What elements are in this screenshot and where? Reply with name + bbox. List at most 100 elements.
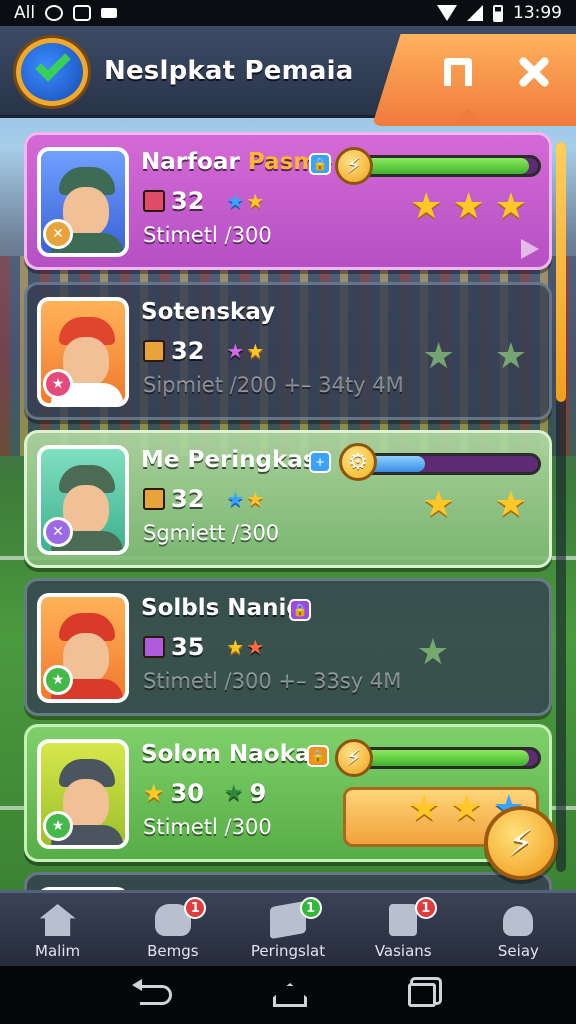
rank-medal-icon: ✕ bbox=[43, 517, 73, 547]
star-rating: ★ ★ bbox=[422, 339, 527, 375]
player-name: Sotenskay bbox=[141, 299, 276, 325]
nav-label: Malim bbox=[35, 942, 81, 960]
player-list[interactable]: ✕ Narfoar Pasme 🔒 ⚡ 32 ★ ★ Stimetl /300 ★… bbox=[24, 132, 552, 892]
nav-label: Peringslat bbox=[250, 942, 326, 960]
battery-icon bbox=[493, 4, 503, 22]
lock-icon: 🔒 bbox=[289, 599, 311, 621]
carrier-text: All bbox=[14, 3, 36, 23]
energy-coin-icon: ⚡ bbox=[335, 739, 373, 777]
player-subtitle: Sgmiett /300 bbox=[143, 521, 280, 545]
player-avatar: ★ bbox=[37, 593, 129, 703]
player-card[interactable]: ★ Solbls Nanie 🔒 35 ★ ★ Stimetl /300 +– 3… bbox=[24, 578, 552, 716]
nav-label: Vasians bbox=[374, 942, 432, 960]
lightning-icon: ⚡ bbox=[508, 822, 534, 864]
system-recents-icon[interactable] bbox=[407, 983, 436, 1007]
back-button[interactable] bbox=[434, 48, 482, 96]
user-icon bbox=[503, 906, 534, 936]
system-back-icon[interactable] bbox=[132, 979, 173, 1005]
star-icon: ★ bbox=[494, 186, 527, 227]
camera-icon bbox=[73, 5, 92, 21]
star-icon: ★ bbox=[450, 788, 483, 829]
player-name: Me Peringkas bbox=[141, 447, 317, 473]
nav-item-bemgs[interactable]: 1 Bemgs bbox=[115, 893, 230, 966]
player-level: 35 bbox=[171, 633, 205, 661]
scrollbar[interactable] bbox=[556, 142, 566, 872]
player-level: 32 bbox=[171, 485, 205, 513]
star-icon: ★ bbox=[143, 779, 165, 807]
header-bar: Neslpkat Pemaia bbox=[0, 26, 576, 126]
play-icon[interactable] bbox=[521, 239, 539, 259]
nav-label: Seiay bbox=[497, 942, 539, 960]
rating-stars: ★ ★ bbox=[226, 635, 265, 659]
nav-item-vasians[interactable]: 1 Vasians bbox=[346, 893, 461, 966]
notification-badge: 1 bbox=[299, 897, 322, 919]
progress-bar bbox=[347, 155, 541, 177]
rating-stars: ★ ★ bbox=[226, 487, 265, 511]
player-subtitle: Stimetl /300 +– 33sy 4M bbox=[143, 669, 402, 693]
notification-badge: 1 bbox=[184, 897, 207, 919]
level-icon bbox=[143, 340, 165, 362]
player-avatar: ✕ bbox=[37, 445, 129, 555]
player-stats: ★ 30 ★ 9 bbox=[143, 779, 266, 807]
scrollbar-thumb[interactable] bbox=[556, 142, 566, 402]
player-stats: 32 ★ ★ bbox=[143, 187, 264, 215]
status-bar: All 13:99 bbox=[0, 0, 576, 26]
star-rating: ★ ★ bbox=[422, 487, 527, 523]
star-icon: ★ bbox=[452, 186, 485, 227]
player-card[interactable]: ✕ Me Peringkas + ⚙ 32 ★ ★ Sgmiett /300 ★ ★ bbox=[24, 430, 552, 568]
rank-medal-icon: ★ bbox=[43, 665, 73, 695]
gear-coin-icon: ⚙ bbox=[339, 443, 377, 481]
player-level: 30 bbox=[170, 779, 204, 807]
player-avatar: ★ bbox=[37, 297, 129, 407]
checkmark-badge-icon bbox=[16, 38, 88, 106]
progress-bar bbox=[347, 747, 541, 769]
nav-item-seiay[interactable]: Seiay bbox=[461, 893, 576, 966]
system-home-icon[interactable] bbox=[272, 983, 307, 1007]
player-secondary-value: 9 bbox=[249, 779, 267, 807]
star-icon: ★ bbox=[408, 788, 441, 829]
star-icon: ★ bbox=[422, 484, 455, 525]
plus-icon: + bbox=[309, 451, 331, 473]
player-card[interactable]: ★ Solom Naoka 🔒 ⚡ ★ 30 ★ 9 Stimetl /300 … bbox=[24, 724, 552, 862]
nav-label: Bemgs bbox=[147, 942, 199, 960]
player-avatar: ★ bbox=[37, 739, 129, 849]
player-card[interactable]: ★ Sotenskay 32 ★ ★ Sipmiet /200 +– 34ty 4… bbox=[24, 282, 552, 420]
signal-icon bbox=[467, 5, 483, 21]
energy-coin-icon: ⚡ bbox=[335, 147, 373, 185]
sync-icon bbox=[45, 5, 64, 21]
nav-item-peringslat[interactable]: 1 Peringslat bbox=[230, 893, 345, 966]
star-rating: ★★★ bbox=[410, 189, 527, 225]
player-stats: 32 ★ ★ bbox=[143, 337, 264, 365]
rating-stars: ★ ★ bbox=[226, 339, 265, 363]
player-level: 32 bbox=[171, 187, 205, 215]
star-rating: ★ bbox=[417, 635, 449, 671]
back-icon bbox=[444, 58, 472, 86]
notification-badge: 1 bbox=[414, 897, 437, 919]
home-icon bbox=[39, 904, 76, 936]
player-level: 32 bbox=[171, 337, 205, 365]
player-name: Narfoar Pasme bbox=[141, 149, 333, 175]
wifi-icon bbox=[437, 5, 457, 21]
star-icon: ★ bbox=[416, 632, 449, 673]
page-title: Neslpkat Pemaia bbox=[104, 56, 354, 86]
close-icon bbox=[517, 55, 551, 89]
star-icon: ★ bbox=[223, 780, 244, 806]
lock-icon: 🔒 bbox=[307, 745, 329, 767]
rank-medal-icon: ✕ bbox=[43, 219, 73, 249]
player-card[interactable] bbox=[24, 872, 552, 892]
player-name: Solom Naoka bbox=[141, 741, 311, 767]
player-card[interactable]: ✕ Narfoar Pasme 🔒 ⚡ 32 ★ ★ Stimetl /300 ★… bbox=[24, 132, 552, 270]
level-icon bbox=[143, 488, 165, 510]
notification-icon bbox=[101, 8, 118, 18]
nav-item-malim[interactable]: Malim bbox=[0, 893, 115, 966]
bottom-navigation: Malim 1 Bemgs 1 Peringslat 1 Vasians Sei… bbox=[0, 890, 576, 966]
star-icon: ★ bbox=[494, 484, 527, 525]
boost-button[interactable]: ⚡ bbox=[484, 806, 558, 880]
close-button[interactable] bbox=[510, 48, 558, 96]
player-stats: 32 ★ ★ bbox=[143, 485, 264, 513]
rank-medal-icon: ★ bbox=[43, 369, 73, 399]
clock-text: 13:99 bbox=[513, 3, 562, 23]
player-subtitle: Stimetl /300 bbox=[143, 223, 272, 247]
star-icon: ★ bbox=[410, 186, 443, 227]
player-stats: 35 ★ ★ bbox=[143, 633, 264, 661]
